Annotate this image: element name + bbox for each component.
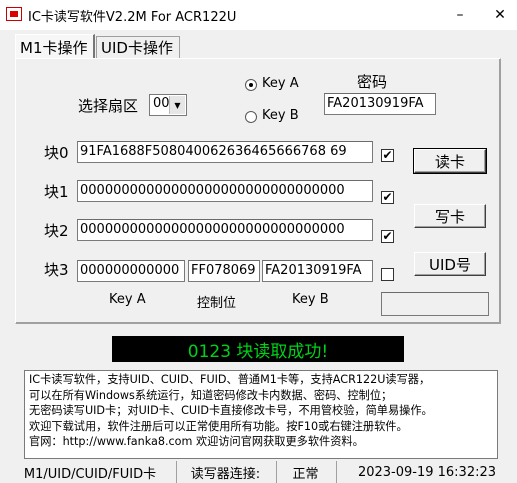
info-line: 官网：http://www.fanka8.com 欢迎访问官网获取更多软件资料。	[29, 435, 364, 449]
minimize-button[interactable]: –	[443, 0, 477, 30]
block3-key-b-input[interactable]: FA20130919FA	[262, 260, 373, 282]
status-display: 0123 块读取成功!	[112, 336, 404, 362]
block3-access-input[interactable]: FF078069	[188, 260, 260, 282]
chevron-down-icon: ▼	[169, 96, 185, 114]
block1-checkbox[interactable]: ✔	[381, 191, 394, 204]
password-input[interactable]: FA20130919FA	[324, 93, 436, 115]
write-card-button[interactable]: 写卡	[414, 204, 486, 228]
block2-input[interactable]: 00000000000000000000000000000000	[77, 219, 373, 241]
minimize-icon: –	[456, 7, 464, 23]
status-datetime: 2023-09-19 16:32:23	[336, 461, 517, 483]
block0-input[interactable]: 91FA1688F508040062636465666768 69	[77, 141, 373, 163]
block2-label: 块2	[44, 222, 69, 240]
app-icon	[6, 7, 22, 21]
info-line: 无密码读写UID卡；对UID卡、CUID卡直接修改卡号，不用管校验，简单易操作。	[29, 404, 433, 418]
key-a-radio[interactable]	[245, 79, 257, 91]
block1-label: 块1	[44, 183, 69, 201]
key-a-radio-label: Key A	[262, 76, 299, 91]
block3-access-caption: 控制位	[197, 296, 237, 311]
block0-checkbox[interactable]: ✔	[381, 149, 394, 162]
block3-key-a-caption: Key A	[109, 292, 146, 307]
close-button[interactable]: ✕	[483, 0, 517, 30]
block3-label: 块3	[44, 261, 69, 279]
sector-label: 选择扇区	[78, 97, 139, 115]
block2-checkbox[interactable]: ✔	[381, 230, 394, 243]
sector-value: 00	[153, 96, 170, 111]
key-b-radio[interactable]	[245, 111, 257, 123]
close-icon: ✕	[494, 7, 506, 23]
info-textbox[interactable]: IC卡读写软件，支持UID、CUID、FUID、普通M1卡等，支持ACR122U…	[24, 370, 498, 459]
uid-display	[381, 292, 489, 316]
info-line: 可以在所有Windows系统运行，知道密码修改卡内数据、密码、控制位；	[29, 388, 393, 402]
block1-input[interactable]: 00000000000000000000000000000000	[77, 180, 373, 202]
tab-uid-card[interactable]: UID卡操作	[96, 36, 180, 58]
status-reader-label: 读写器连接:	[176, 461, 274, 483]
block3-checkbox[interactable]	[381, 268, 394, 281]
block3-key-b-caption: Key B	[292, 292, 329, 307]
block0-label: 块0	[44, 144, 69, 162]
block3-key-a-input[interactable]: 000000000000	[77, 260, 185, 282]
key-b-radio-label: Key B	[262, 108, 299, 123]
window-title: IC卡读写软件V2.2M For ACR122U	[28, 10, 237, 25]
uid-button[interactable]: UID号	[414, 252, 486, 276]
sector-select[interactable]: 00 ▼	[149, 94, 187, 116]
status-card-types: M1/UID/CUID/FUID卡	[23, 466, 157, 482]
tab-m1-card[interactable]: M1卡操作	[15, 34, 95, 59]
read-card-button[interactable]: 读卡	[413, 148, 487, 174]
status-reader-state: 正常	[276, 461, 334, 483]
info-line: 欢迎下载试用，软件注册后可以正常使用所有功能。按F10或右键注册软件。	[29, 419, 408, 433]
password-label: 密码	[357, 73, 388, 91]
info-line: IC卡读写软件，支持UID、CUID、FUID、普通M1卡等，支持ACR122U…	[29, 373, 431, 386]
